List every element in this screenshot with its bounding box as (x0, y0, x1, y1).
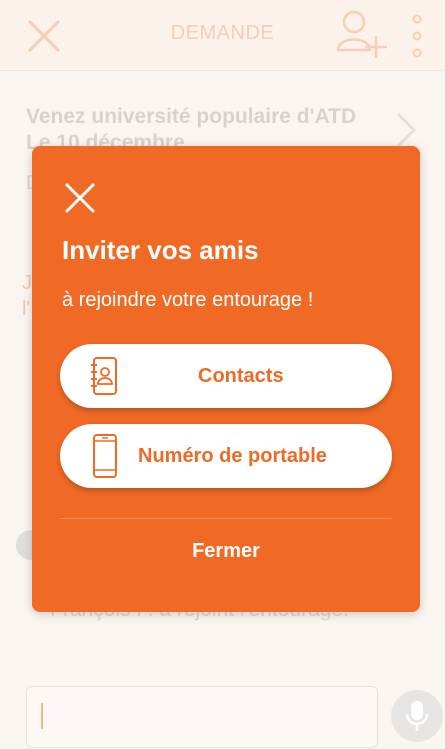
phone-number-button[interactable]: Numéro de portable (60, 424, 392, 488)
add-user-icon[interactable] (332, 6, 388, 60)
invite-dialog: Inviter vos amis à rejoindre votre entou… (32, 146, 420, 612)
message-input[interactable] (26, 686, 378, 748)
close-icon[interactable] (62, 180, 98, 216)
address-book-icon (91, 357, 117, 395)
contacts-button-label: Contacts (198, 365, 284, 387)
smartphone-icon (93, 434, 117, 478)
chevron-right-icon[interactable] (394, 110, 418, 150)
more-vertical-icon[interactable] (410, 14, 424, 58)
divider (60, 518, 392, 519)
microphone-icon (405, 701, 429, 731)
microphone-button[interactable] (391, 690, 443, 742)
background-text-fragment: l' (22, 298, 31, 320)
dialog-title: Inviter vos amis (62, 235, 259, 265)
background-text-fragment: J (22, 272, 32, 294)
phone-number-button-label: Numéro de portable (138, 445, 327, 467)
contacts-button[interactable]: Contacts (60, 344, 392, 408)
close-dialog-button[interactable]: Fermer (32, 540, 420, 563)
dialog-subtitle: à rejoindre votre entourage ! (62, 289, 314, 311)
top-bar: DEMANDE (0, 0, 445, 71)
text-cursor (41, 703, 43, 729)
